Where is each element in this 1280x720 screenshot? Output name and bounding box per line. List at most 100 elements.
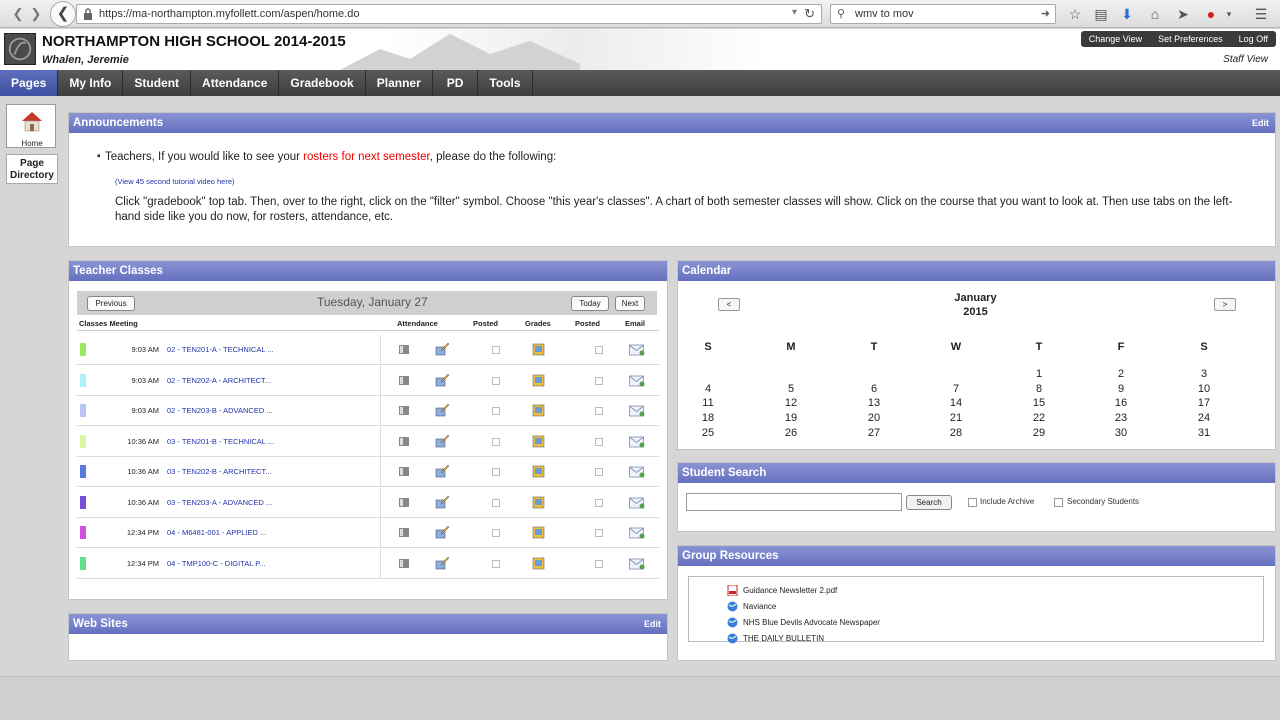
calendar-prev-button[interactable]: < <box>718 298 740 311</box>
calendar-day[interactable]: 21 <box>936 412 976 424</box>
calendar-day[interactable]: 13 <box>854 397 894 409</box>
attendance-edit-icon[interactable] <box>435 524 450 539</box>
change-view-button[interactable]: Change View <box>1081 31 1150 47</box>
class-course-link[interactable]: 04 - M6481-001 - APPLIED ... <box>167 528 266 537</box>
tab-tools[interactable]: Tools <box>478 70 533 96</box>
attendance-edit-icon[interactable] <box>435 494 450 509</box>
attendance-posted-checkbox[interactable] <box>492 559 500 568</box>
today-button[interactable]: Today <box>571 296 609 311</box>
gradebook-icon[interactable] <box>532 434 546 448</box>
home-page-tile[interactable]: Home <box>6 104 56 148</box>
attendance-edit-icon[interactable] <box>435 555 450 570</box>
calendar-day[interactable]: 24 <box>1184 412 1224 424</box>
calendar-day[interactable]: 8 <box>1019 383 1059 395</box>
gradebook-icon[interactable] <box>532 342 546 356</box>
class-course-link[interactable]: 02 - TEN201-A - TECHNICAL ... <box>167 345 274 354</box>
attendance-posted-checkbox[interactable] <box>492 407 500 415</box>
attendance-list-icon[interactable] <box>399 467 409 476</box>
email-icon[interactable] <box>629 344 645 356</box>
calendar-day[interactable]: 3 <box>1184 368 1224 380</box>
student-search-button[interactable]: Search <box>906 495 952 510</box>
class-row[interactable]: 10:36 AM 03 - TEN201-B - TECHNICAL ... <box>77 426 659 457</box>
back-button[interactable]: ❮ <box>50 1 76 27</box>
resource-item[interactable]: NHS Blue Devils Advocate Newspaper <box>727 617 880 631</box>
reload-icon[interactable]: ↻ <box>804 6 815 22</box>
tab-pd[interactable]: PD <box>433 70 479 96</box>
attendance-edit-icon[interactable] <box>435 372 450 387</box>
attendance-edit-icon[interactable] <box>435 402 450 417</box>
url-dropdown-icon[interactable]: ▾ <box>792 7 797 18</box>
calendar-day[interactable]: 6 <box>854 383 894 395</box>
menu-icon[interactable]: ☰ <box>1252 5 1270 23</box>
calendar-day[interactable]: 31 <box>1184 427 1224 439</box>
tab-gradebook[interactable]: Gradebook <box>279 70 366 96</box>
secondary-students-checkbox[interactable] <box>1054 498 1063 507</box>
calendar-day[interactable]: 29 <box>1019 427 1059 439</box>
attendance-posted-checkbox[interactable] <box>492 437 500 446</box>
calendar-day[interactable]: 27 <box>854 427 894 439</box>
grades-posted-checkbox[interactable] <box>595 407 603 415</box>
tutorial-video-link[interactable]: (View 45 second tutorial video here) <box>115 177 235 186</box>
email-icon[interactable] <box>629 466 645 478</box>
calendar-day[interactable]: 10 <box>1184 383 1224 395</box>
calendar-day[interactable]: 14 <box>936 397 976 409</box>
calendar-day[interactable]: 28 <box>936 427 976 439</box>
set-preferences-button[interactable]: Set Preferences <box>1150 31 1231 47</box>
calendar-day[interactable]: 30 <box>1101 427 1141 439</box>
gradebook-icon[interactable] <box>532 525 546 539</box>
attendance-list-icon[interactable] <box>399 345 409 354</box>
download-icon[interactable]: ⬇ <box>1118 5 1136 23</box>
class-row[interactable]: 9:03 AM 02 - TEN201-A - TECHNICAL ... <box>77 335 659 365</box>
attendance-posted-checkbox[interactable] <box>492 529 500 537</box>
class-course-link[interactable]: 03 - TEN203-A - ADVANCED ... <box>167 498 272 507</box>
gradebook-icon[interactable] <box>532 403 546 417</box>
attendance-posted-checkbox[interactable] <box>492 346 500 354</box>
gradebook-icon[interactable] <box>532 464 546 478</box>
email-icon[interactable] <box>629 558 645 570</box>
calendar-next-button[interactable]: > <box>1214 298 1236 311</box>
class-course-link[interactable]: 04 - TMP100-C - DIGITAL P... <box>167 559 266 568</box>
url-bar[interactable]: https://ma-northampton.myfollett.com/asp… <box>76 4 822 24</box>
calendar-day[interactable]: 12 <box>771 397 811 409</box>
attendance-edit-icon[interactable] <box>435 341 450 356</box>
resource-item[interactable]: Naviance <box>727 601 776 615</box>
grades-posted-checkbox[interactable] <box>595 468 603 476</box>
next-button[interactable]: Next <box>615 296 645 311</box>
calendar-day[interactable]: 9 <box>1101 383 1141 395</box>
calendar-day[interactable]: 25 <box>688 427 728 439</box>
attendance-list-icon[interactable] <box>399 528 409 537</box>
search-bar[interactable]: ⚲ wmv to mov ➜ <box>830 4 1056 24</box>
class-row[interactable]: 12:34 PM 04 - TMP100-C - DIGITAL P... <box>77 548 659 579</box>
email-icon[interactable] <box>629 436 645 448</box>
class-row[interactable]: 10:36 AM 03 - TEN203-A - ADVANCED ... <box>77 487 659 518</box>
calendar-day[interactable]: 26 <box>771 427 811 439</box>
calendar-day[interactable]: 23 <box>1101 412 1141 424</box>
web-sites-edit-link[interactable]: Edit <box>644 614 661 634</box>
email-icon[interactable] <box>629 375 645 387</box>
calendar-day[interactable]: 16 <box>1101 397 1141 409</box>
gradebook-icon[interactable] <box>532 556 546 570</box>
resource-item[interactable]: THE DAILY BULLETIN <box>727 633 824 647</box>
class-row[interactable]: 12:34 PM 04 - M6481-001 - APPLIED ... <box>77 518 659 548</box>
search-go-icon[interactable]: ➜ <box>1041 7 1050 20</box>
adblock-dropdown-icon[interactable]: ▾ <box>1220 5 1238 23</box>
clipboard-icon[interactable]: ▤ <box>1092 5 1110 23</box>
tab-pages[interactable]: Pages <box>0 70 59 96</box>
class-course-link[interactable]: 03 - TEN202-B - ARCHITECT... <box>167 467 271 476</box>
tab-my-info[interactable]: My Info <box>58 70 124 96</box>
class-row[interactable]: 9:03 AM 02 - TEN203-B - ADVANCED ... <box>77 396 659 426</box>
gradebook-icon[interactable] <box>532 373 546 387</box>
attendance-list-icon[interactable] <box>399 406 409 415</box>
grades-posted-checkbox[interactable] <box>595 437 603 446</box>
calendar-day[interactable]: 4 <box>688 383 728 395</box>
adblock-icon[interactable]: ● <box>1202 5 1220 23</box>
calendar-day[interactable]: 22 <box>1019 412 1059 424</box>
attendance-posted-checkbox[interactable] <box>492 468 500 476</box>
attendance-list-icon[interactable] <box>399 436 409 446</box>
attendance-edit-icon[interactable] <box>435 463 450 478</box>
grades-posted-checkbox[interactable] <box>595 529 603 537</box>
send-icon[interactable]: ➤ <box>1174 5 1192 23</box>
attendance-posted-checkbox[interactable] <box>492 376 500 385</box>
email-icon[interactable] <box>629 497 645 509</box>
page-directory-link[interactable]: Page Directory <box>6 154 58 184</box>
